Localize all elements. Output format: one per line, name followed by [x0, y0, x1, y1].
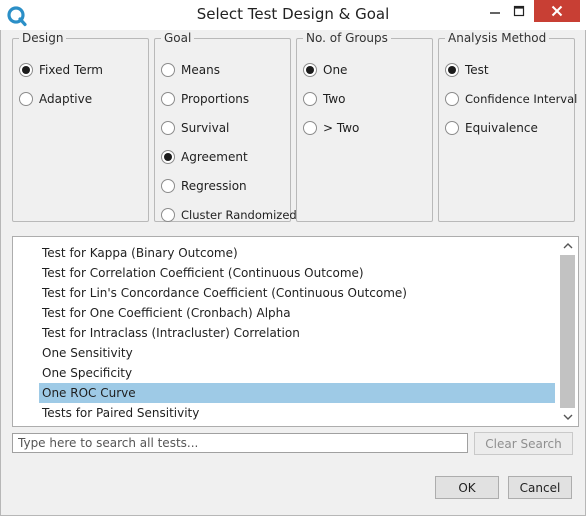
radio-label: > Two	[323, 121, 360, 135]
maximize-icon	[513, 5, 525, 17]
list-scrollbar[interactable]	[557, 237, 578, 426]
list-item[interactable]: Test for Intraclass (Intracluster) Corre…	[39, 323, 555, 343]
radio-indicator[interactable]	[303, 63, 317, 77]
radio-label: Adaptive	[39, 92, 93, 106]
goal-group: Goal Means Proportions Survival Agreemen…	[154, 31, 297, 222]
title-bar: Select Test Design & Goal	[0, 0, 586, 30]
radio-analysis-test[interactable]: Test	[445, 61, 489, 79]
scroll-up-button[interactable]	[557, 237, 578, 255]
radio-indicator[interactable]	[19, 92, 33, 106]
radio-groups-one[interactable]: One	[303, 61, 347, 79]
radio-groups-more-than-two[interactable]: > Two	[303, 119, 359, 137]
radio-indicator[interactable]	[445, 92, 459, 106]
list-item[interactable]: Test for Kappa (Binary Outcome)	[39, 243, 555, 263]
list-item[interactable]: Tests for Paired Sensitivity	[39, 403, 555, 423]
radio-label: Two	[323, 92, 346, 106]
radio-design-fixed-term[interactable]: Fixed Term	[19, 61, 103, 79]
maximize-button[interactable]	[508, 0, 530, 22]
radio-groups-two[interactable]: Two	[303, 90, 346, 108]
radio-indicator[interactable]	[161, 121, 175, 135]
groups-count-group: No. of Groups One Two > Two	[296, 31, 433, 222]
radio-indicator[interactable]	[161, 92, 175, 106]
test-list[interactable]: Test for Kappa (Binary Outcome) Test for…	[12, 236, 579, 427]
search-input[interactable]	[12, 433, 468, 453]
list-item[interactable]: One Specificity	[39, 363, 555, 383]
radio-indicator[interactable]	[19, 63, 33, 77]
design-legend: Design	[19, 31, 67, 45]
radio-analysis-confidence-interval[interactable]: Confidence Interval	[445, 90, 577, 108]
radio-analysis-equivalence[interactable]: Equivalence	[445, 119, 538, 137]
list-item[interactable]: Test for One Coefficient (Cronbach) Alph…	[39, 303, 555, 323]
radio-goal-survival[interactable]: Survival	[161, 119, 229, 137]
close-button[interactable]	[534, 0, 580, 22]
radio-label: Confidence Interval	[465, 92, 578, 106]
radio-goal-regression[interactable]: Regression	[161, 177, 247, 195]
analysis-method-legend: Analysis Method	[445, 31, 550, 45]
list-item-selected[interactable]: One ROC Curve	[39, 383, 555, 403]
radio-label: Fixed Term	[39, 63, 103, 77]
radio-label: Equivalence	[465, 121, 538, 135]
analysis-method-group: Analysis Method Test Confidence Interval…	[438, 31, 577, 222]
radio-indicator[interactable]	[445, 121, 459, 135]
radio-design-adaptive[interactable]: Adaptive	[19, 90, 92, 108]
radio-indicator[interactable]	[303, 92, 317, 106]
close-icon	[551, 5, 563, 17]
radio-goal-agreement[interactable]: Agreement	[161, 148, 248, 166]
radio-goal-proportions[interactable]: Proportions	[161, 90, 249, 108]
radio-indicator[interactable]	[303, 121, 317, 135]
minimize-button[interactable]	[480, 0, 510, 22]
ok-button[interactable]: OK	[435, 476, 499, 499]
radio-indicator[interactable]	[161, 63, 175, 77]
radio-label: Proportions	[181, 92, 250, 106]
radio-indicator[interactable]	[161, 150, 175, 164]
clear-search-button[interactable]: Clear Search	[474, 432, 573, 455]
radio-indicator[interactable]	[161, 179, 175, 193]
radio-label: One	[323, 63, 348, 77]
radio-label: Means	[181, 63, 220, 77]
list-item[interactable]: Test for Lin's Concordance Coefficient (…	[39, 283, 555, 303]
radio-label: Survival	[181, 121, 230, 135]
list-item[interactable]: Test for Correlation Coefficient (Contin…	[39, 263, 555, 283]
radio-label: Agreement	[181, 150, 248, 164]
dialog-body: Design Fixed Term Adaptive Goal Means Pr…	[0, 30, 586, 516]
radio-indicator[interactable]	[445, 63, 459, 77]
design-group: Design Fixed Term Adaptive	[12, 31, 149, 222]
radio-goal-means[interactable]: Means	[161, 61, 220, 79]
cancel-button[interactable]: Cancel	[508, 476, 572, 499]
scroll-thumb[interactable]	[560, 255, 575, 408]
chevron-up-icon	[563, 243, 572, 249]
radio-label: Cluster Randomized	[181, 208, 297, 222]
radio-goal-cluster-randomized[interactable]: Cluster Randomized	[161, 206, 297, 224]
list-item[interactable]: One Sensitivity	[39, 343, 555, 363]
minimize-icon	[490, 12, 500, 14]
scroll-down-button[interactable]	[557, 408, 578, 426]
goal-legend: Goal	[161, 31, 195, 45]
groups-count-legend: No. of Groups	[303, 31, 391, 45]
radio-label: Regression	[181, 179, 247, 193]
chevron-down-icon	[563, 414, 572, 420]
radio-label: Test	[465, 63, 489, 77]
radio-indicator[interactable]	[161, 208, 175, 222]
